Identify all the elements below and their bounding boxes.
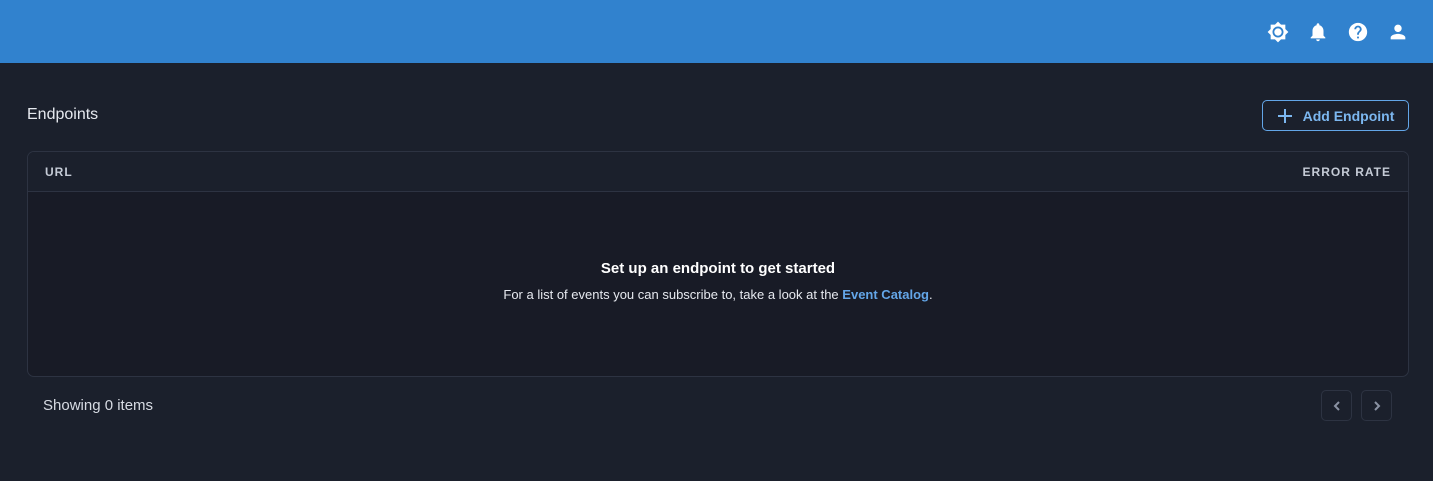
help-icon bbox=[1348, 22, 1368, 41]
user-icon bbox=[1390, 24, 1406, 39]
event-catalog-link[interactable]: Event Catalog bbox=[842, 287, 929, 302]
empty-state-suffix: . bbox=[928, 287, 933, 302]
empty-state-title: Set up an endpoint to get started bbox=[600, 260, 836, 277]
bell-icon bbox=[1310, 22, 1326, 41]
table-header: URL ERROR RATE bbox=[28, 152, 1408, 192]
user-menu-button[interactable] bbox=[1378, 12, 1418, 52]
theme-toggle-button[interactable] bbox=[1258, 12, 1298, 52]
previous-page-button[interactable] bbox=[1321, 390, 1352, 421]
empty-state-text: For a list of events you can subscribe t… bbox=[28, 287, 1408, 302]
empty-state-description: For a list of events you can subscribe t… bbox=[503, 287, 839, 302]
page-title: Endpoints bbox=[27, 106, 99, 123]
notifications-button[interactable] bbox=[1298, 12, 1338, 52]
brightness-icon bbox=[1267, 21, 1289, 42]
empty-state: Set up an endpoint to get started For a … bbox=[28, 260, 1408, 302]
next-page-button[interactable] bbox=[1361, 390, 1392, 421]
chevron-left-icon bbox=[1333, 400, 1340, 411]
chevron-right-icon bbox=[1373, 400, 1380, 411]
help-button[interactable] bbox=[1338, 12, 1378, 52]
pagination-summary: Showing 0 items bbox=[43, 397, 154, 414]
top-bar bbox=[0, 0, 1433, 63]
add-endpoint-button[interactable]: Add Endpoint bbox=[1262, 100, 1409, 131]
column-error-rate: ERROR RATE bbox=[1302, 164, 1391, 179]
endpoints-table: URL ERROR RATE Set up an endpoint to get… bbox=[27, 151, 1409, 377]
add-endpoint-label: Add Endpoint bbox=[1302, 107, 1395, 124]
plus-icon bbox=[1277, 108, 1292, 123]
column-url: URL bbox=[45, 164, 73, 179]
